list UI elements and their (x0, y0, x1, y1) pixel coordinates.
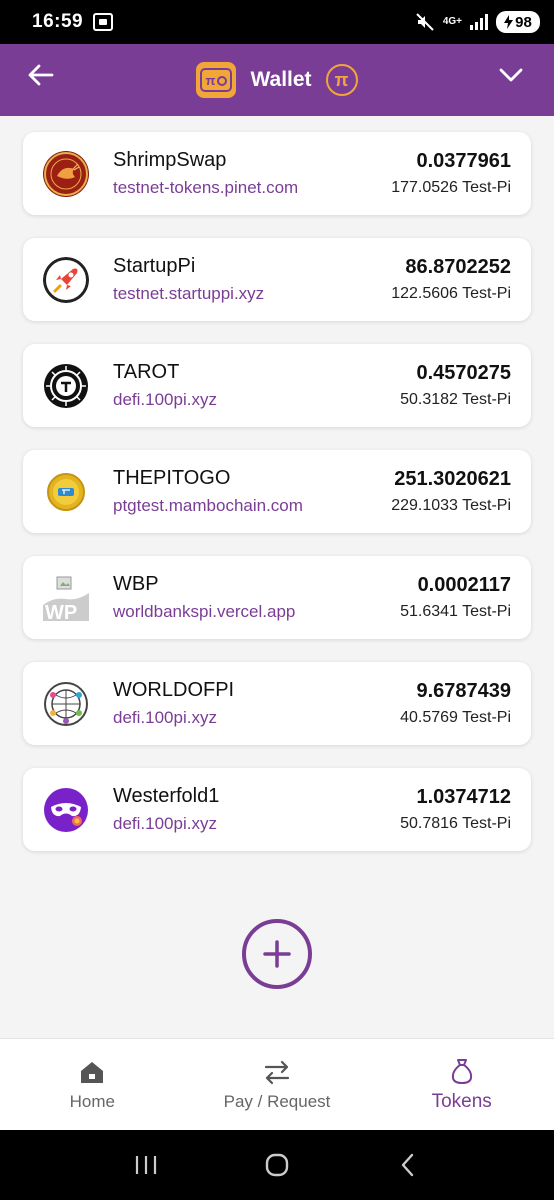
token-pi-value: 50.7816 Test-Pi (400, 815, 511, 832)
token-card-tarot[interactable]: TAROT defi.100pi.xyz 0.4570275 50.3182 T… (23, 344, 531, 427)
broken-image-logo: WP (43, 574, 89, 621)
pi-coin-icon: π (325, 64, 358, 96)
token-info: WBP worldbankspi.vercel.app (113, 573, 400, 622)
wallet-icon: π (196, 62, 237, 98)
money-bag-icon (451, 1058, 472, 1084)
token-domain: testnet.startuppi.xyz (113, 284, 265, 303)
token-amount: 0.4570275 (416, 362, 511, 384)
battery-indicator: 98 (496, 11, 540, 33)
token-pi-value: 229.1033 Test-Pi (391, 497, 511, 514)
token-card-westerfold1[interactable]: Westerfold1 defi.100pi.xyz 1.0374712 50.… (23, 768, 531, 851)
token-domain: defi.100pi.xyz (113, 390, 217, 409)
nav-label: Pay / Request (223, 1091, 331, 1111)
token-pi-value: 177.0526 Test-Pi (391, 179, 511, 196)
token-domain: defi.100pi.xyz (113, 708, 217, 727)
token-name: StartupPi (113, 255, 196, 277)
pi-symbol: π (334, 69, 349, 90)
token-amounts: 251.3020621 229.1033 Test-Pi (391, 468, 511, 515)
token-amount: 9.6787439 (416, 680, 511, 702)
home-button[interactable] (257, 1145, 297, 1185)
page-title: Wallet (250, 68, 312, 91)
home-circle-icon (265, 1153, 289, 1177)
token-card-wbp[interactable]: WP WBP worldbankspi.vercel.app 0.0002117… (23, 556, 531, 639)
token-pi-value: 40.5769 Test-Pi (400, 709, 511, 726)
recent-apps-button[interactable] (126, 1145, 166, 1185)
screenshot-icon (93, 13, 114, 31)
mask-logo (43, 787, 89, 833)
home-icon (81, 1061, 104, 1083)
token-amounts: 0.0377961 177.0526 Test-Pi (391, 150, 511, 197)
token-amounts: 1.0374712 50.7816 Test-Pi (400, 786, 511, 833)
token-domain: ptgtest.mambochain.com (113, 496, 303, 515)
system-nav-bar (0, 1130, 554, 1200)
token-amount: 0.0002117 (417, 574, 511, 596)
token-name: ShrimpSwap (113, 149, 227, 171)
token-info: WORLDOFPI defi.100pi.xyz (113, 679, 400, 728)
token-list: ShrimpSwap testnet-tokens.pinet.com 0.03… (23, 132, 531, 874)
token-pi-value: 122.5606 Test-Pi (391, 285, 511, 302)
nav-item-tokens[interactable]: Tokens (369, 1039, 554, 1130)
network-type: 4G+ (442, 16, 462, 27)
chevron-down-icon[interactable] (496, 60, 526, 90)
token-amounts: 0.4570275 50.3182 Test-Pi (400, 362, 511, 409)
token-domain: worldbankspi.vercel.app (113, 602, 296, 621)
token-amount: 1.0374712 (416, 786, 511, 808)
header-title-group: π Wallet π (196, 62, 358, 98)
token-domain: testnet-tokens.pinet.com (113, 178, 299, 197)
token-amount: 251.3020621 (394, 468, 511, 490)
token-amounts: 0.0002117 51.6341 Test-Pi (400, 574, 511, 621)
globe-people-logo (43, 681, 89, 727)
recent-apps-icon (135, 1156, 156, 1174)
token-amount: 86.8702252 (405, 256, 511, 278)
token-amounts: 9.6787439 40.5769 Test-Pi (400, 680, 511, 727)
signal-icon (470, 14, 488, 30)
token-name: Westerfold1 (113, 785, 220, 807)
token-card-worldofpi[interactable]: WORLDOFPI defi.100pi.xyz 9.6787439 40.57… (23, 662, 531, 745)
nav-item-pay-request[interactable]: Pay / Request (185, 1039, 370, 1130)
nav-item-home[interactable]: Home (0, 1039, 185, 1130)
token-card-thepitogo[interactable]: THEPITOGO ptgtest.mambochain.com 251.302… (23, 450, 531, 533)
token-name: WORLDOFPI (113, 679, 235, 701)
coin-logo (43, 469, 89, 515)
token-info: ShrimpSwap testnet-tokens.pinet.com (113, 149, 391, 198)
status-indicators: 4G+ 98 (415, 11, 540, 33)
back-button[interactable] (388, 1145, 428, 1185)
token-info: Westerfold1 defi.100pi.xyz (113, 785, 400, 834)
token-amount: 0.0377961 (416, 150, 511, 172)
token-pi-value: 50.3182 Test-Pi (400, 391, 511, 408)
nav-label: Home (69, 1091, 116, 1111)
token-amounts: 86.8702252 122.5606 Test-Pi (391, 256, 511, 303)
token-domain: defi.100pi.xyz (113, 814, 217, 833)
add-token-button[interactable] (242, 919, 312, 989)
swap-arrows-icon (264, 1060, 290, 1084)
svg-text:WP: WP (45, 602, 77, 621)
token-card-startuppi[interactable]: StartupPi testnet.startuppi.xyz 86.87022… (23, 238, 531, 321)
token-name: THEPITOGO (113, 467, 231, 489)
battery-level: 98 (515, 13, 532, 31)
token-name: WBP (113, 573, 159, 595)
status-bar: 16:59 4G+ 98 (0, 0, 554, 44)
mute-icon (416, 13, 434, 31)
bottom-nav: Home Pay / Request Tokens (0, 1038, 554, 1130)
app-header: π Wallet π (0, 44, 554, 116)
token-info: StartupPi testnet.startuppi.xyz (113, 255, 391, 304)
token-pi-value: 51.6341 Test-Pi (400, 603, 511, 620)
plus-icon (263, 940, 291, 968)
token-card-shrimpswap[interactable]: ShrimpSwap testnet-tokens.pinet.com 0.03… (23, 132, 531, 215)
nav-label: Tokens (431, 1090, 492, 1112)
token-info: THEPITOGO ptgtest.mambochain.com (113, 467, 391, 516)
token-info: TAROT defi.100pi.xyz (113, 361, 400, 410)
charging-icon (504, 15, 514, 29)
tarot-logo (43, 363, 89, 409)
status-time: 16:59 (32, 11, 84, 32)
back-arrow-icon[interactable] (26, 60, 56, 90)
wallet-pi-symbol: π (205, 72, 216, 88)
rocket-logo (43, 256, 89, 303)
back-chevron-icon (402, 1153, 414, 1177)
token-name: TAROT (113, 361, 180, 383)
shrimp-logo (43, 150, 89, 197)
